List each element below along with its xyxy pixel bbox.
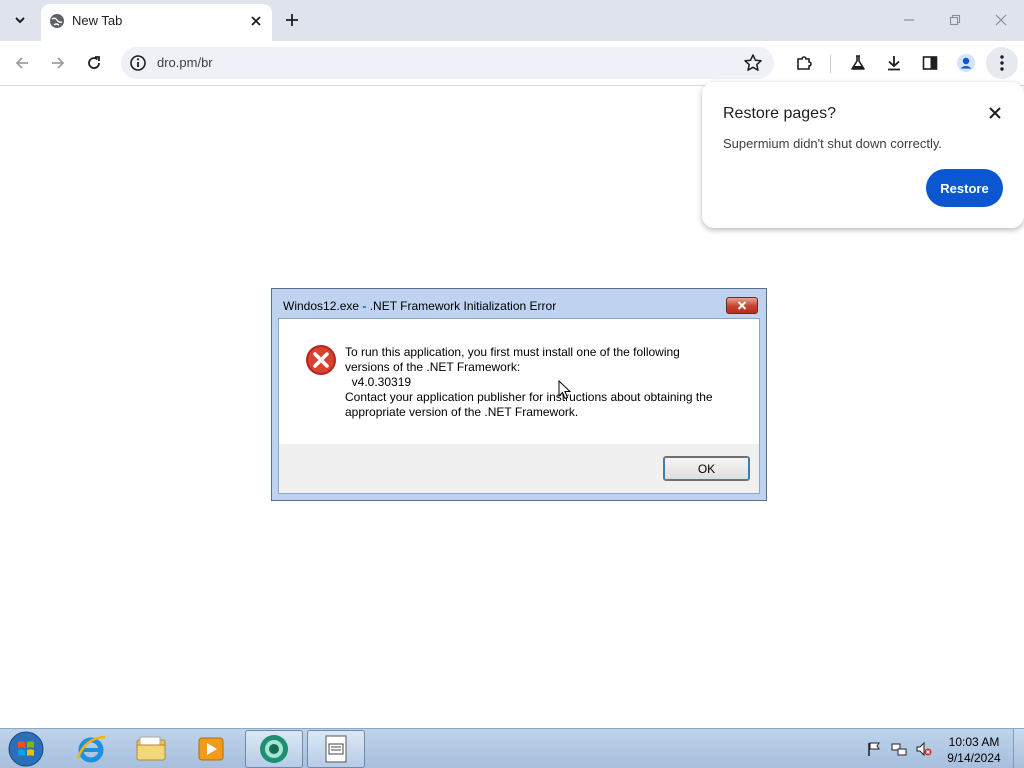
error-icon bbox=[306, 345, 336, 375]
info-icon[interactable] bbox=[129, 54, 147, 72]
tab-search-button[interactable] bbox=[7, 7, 33, 33]
chevron-down-icon bbox=[15, 17, 25, 24]
volume-muted-icon[interactable] bbox=[916, 741, 932, 757]
dialog-close-button[interactable] bbox=[726, 297, 758, 314]
arrow-left-icon bbox=[15, 57, 28, 69]
back-button[interactable] bbox=[9, 50, 35, 76]
close-window-button[interactable] bbox=[990, 9, 1012, 31]
start-button[interactable] bbox=[6, 730, 46, 768]
restore-button[interactable]: Restore bbox=[926, 169, 1003, 207]
error-message-line: versions of the .NET Framework: bbox=[345, 360, 521, 374]
url-text[interactable]: dro.pm/br bbox=[157, 55, 213, 70]
dialog-body: To run this application, you first must … bbox=[278, 318, 760, 494]
minimize-button[interactable] bbox=[898, 9, 920, 31]
application-window-icon bbox=[325, 735, 347, 763]
globe-icon bbox=[50, 14, 64, 28]
toolbar-separator bbox=[830, 55, 831, 73]
media-player-icon bbox=[198, 737, 224, 761]
error-message-line: Contact your application publisher for i… bbox=[345, 390, 713, 404]
supermium-icon bbox=[260, 735, 288, 763]
forward-button[interactable] bbox=[45, 50, 71, 76]
dialog-footer: OK bbox=[279, 444, 759, 493]
more-vertical-icon bbox=[1000, 55, 1004, 71]
close-icon bbox=[737, 301, 747, 310]
windows-logo-icon bbox=[8, 731, 44, 767]
taskbar-application-window[interactable] bbox=[307, 730, 365, 768]
system-clock[interactable]: 10:03 AM 9/14/2024 bbox=[944, 734, 1004, 766]
close-icon bbox=[251, 16, 261, 26]
internet-explorer-icon bbox=[76, 735, 106, 763]
download-icon bbox=[888, 56, 900, 71]
action-center-flag-icon[interactable] bbox=[866, 741, 882, 757]
new-tab-button[interactable] bbox=[281, 9, 303, 31]
avatar-icon bbox=[957, 54, 975, 72]
error-dialog: Windos12.exe - .NET Framework Initializa… bbox=[271, 288, 767, 501]
minimize-icon bbox=[904, 19, 914, 21]
tab-new-tab[interactable]: New Tab bbox=[41, 4, 272, 41]
restore-popup-message: Supermium didn't shut down correctly. bbox=[723, 136, 943, 151]
network-icon[interactable] bbox=[891, 741, 907, 757]
close-icon bbox=[989, 107, 1001, 119]
extensions-button[interactable] bbox=[791, 50, 817, 76]
close-icon bbox=[995, 14, 1007, 26]
profile-button[interactable] bbox=[953, 50, 979, 76]
labs-button[interactable] bbox=[845, 50, 871, 76]
star-icon[interactable] bbox=[743, 53, 763, 73]
puzzle-piece-icon bbox=[797, 56, 812, 70]
dialog-title: Windos12.exe - .NET Framework Initializa… bbox=[283, 299, 557, 313]
side-panel-icon bbox=[922, 56, 938, 70]
restore-window-icon bbox=[949, 14, 961, 26]
error-message-line: appropriate version of the .NET Framewor… bbox=[345, 405, 579, 419]
clock-time: 10:03 AM bbox=[948, 735, 1000, 749]
menu-button[interactable] bbox=[986, 47, 1018, 79]
error-message-line: v4.0.30319 bbox=[345, 375, 412, 389]
error-message-line: To run this application, you first must … bbox=[345, 345, 680, 359]
show-desktop-button[interactable] bbox=[1013, 729, 1024, 768]
tab-close-button[interactable] bbox=[247, 12, 265, 30]
browser-toolbar: dro.pm/br bbox=[0, 41, 1024, 86]
taskbar-media-player[interactable] bbox=[182, 730, 240, 768]
taskbar-windows-explorer[interactable] bbox=[122, 730, 180, 768]
taskbar-internet-explorer[interactable] bbox=[62, 730, 120, 768]
dialog-content: To run this application, you first must … bbox=[279, 319, 759, 444]
restore-popup-close-button[interactable] bbox=[985, 103, 1005, 123]
taskbar: 10:03 AM 9/14/2024 bbox=[0, 728, 1024, 768]
side-panel-button[interactable] bbox=[917, 50, 943, 76]
reload-icon bbox=[88, 56, 100, 69]
restore-window-button[interactable] bbox=[944, 9, 966, 31]
ok-button[interactable]: OK bbox=[663, 456, 750, 481]
taskbar-supermium-browser[interactable] bbox=[245, 730, 303, 768]
arrow-right-icon bbox=[52, 57, 65, 69]
tab-title: New Tab bbox=[72, 13, 123, 28]
address-bar[interactable]: dro.pm/br bbox=[121, 47, 774, 79]
folder-icon bbox=[136, 736, 166, 761]
restore-pages-popup: Restore pages? Supermium didn't shut dow… bbox=[702, 82, 1024, 228]
reload-button[interactable] bbox=[81, 50, 107, 76]
tab-strip: New Tab bbox=[0, 0, 1024, 41]
restore-popup-title: Restore pages? bbox=[723, 105, 836, 122]
flask-icon bbox=[851, 55, 865, 70]
downloads-button[interactable] bbox=[881, 50, 907, 76]
mouse-cursor-icon bbox=[558, 380, 572, 400]
clock-date: 9/14/2024 bbox=[947, 751, 1001, 765]
plus-icon bbox=[286, 14, 298, 26]
